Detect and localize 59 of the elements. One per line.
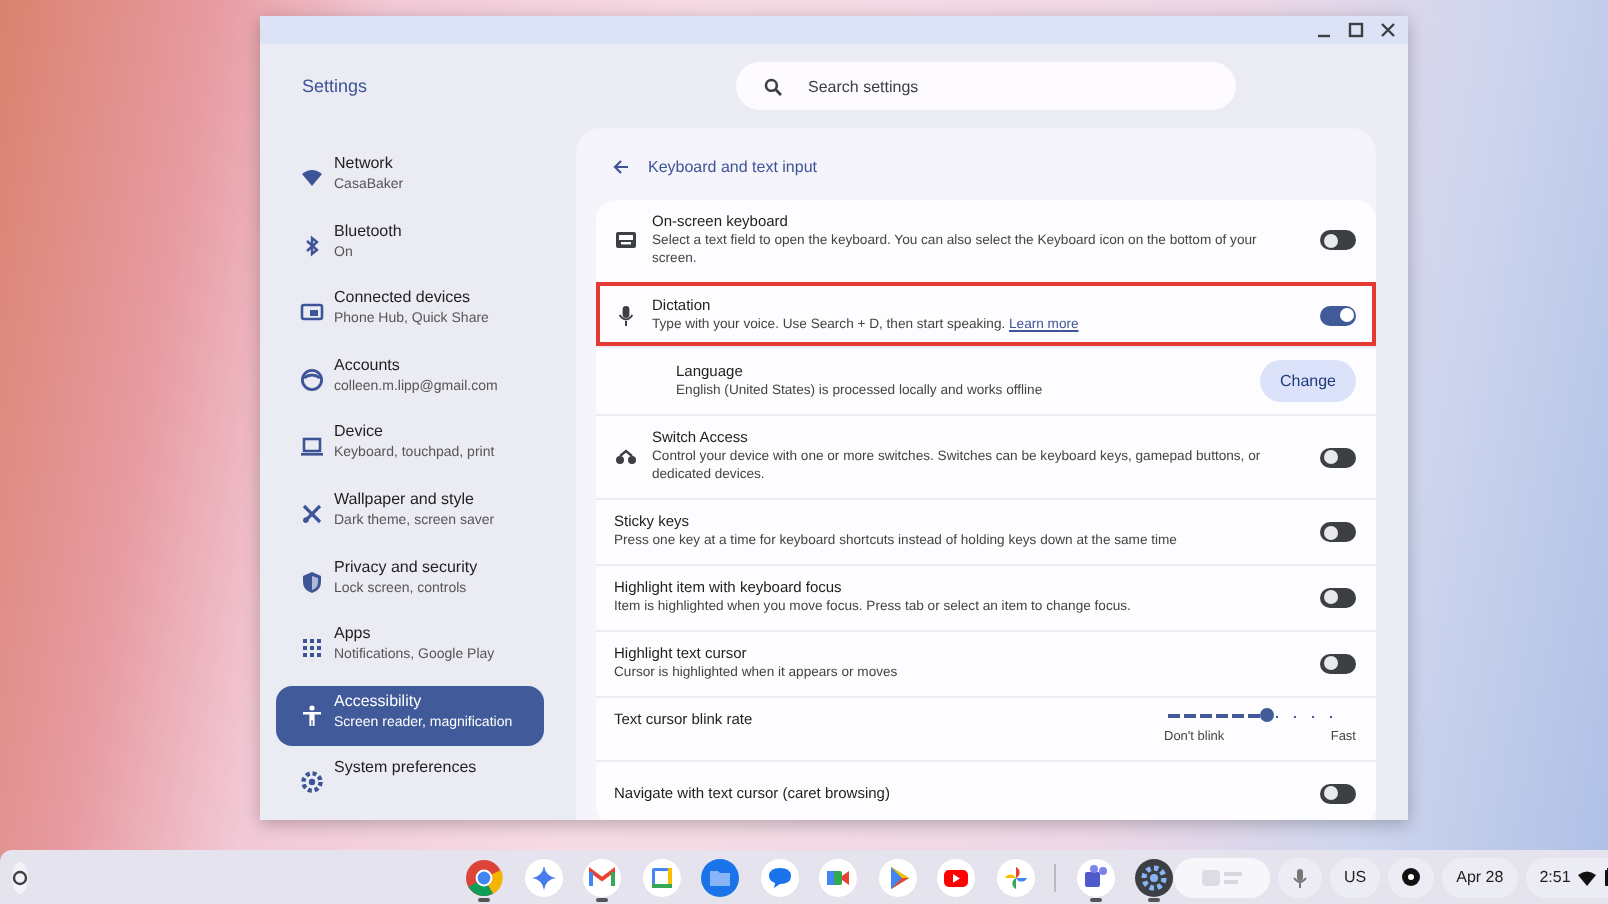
chat-bubble-icon[interactable] [759,853,799,901]
change-button[interactable]: Change [1259,360,1356,403]
toggle-switch[interactable] [1320,522,1356,543]
folder-icon[interactable] [700,853,740,901]
shield-icon [300,569,324,594]
accessibility-icon [300,703,324,728]
keyboard-icon [614,228,638,253]
nav-item-title: Device [334,422,385,441]
launcher-button[interactable] [12,861,28,893]
nav-item-title: Wallpaper and style [334,489,476,508]
maximize-icon[interactable] [1348,22,1364,38]
pinwheel-icon[interactable] [995,853,1035,901]
notification-button[interactable] [1388,857,1435,897]
nav-item-title: Network [334,154,395,172]
toggle-switch[interactable] [1320,587,1356,608]
toggle-switch[interactable] [1320,230,1356,251]
microphone-icon [1292,867,1308,887]
wifi-icon [1578,869,1597,885]
nav-item-title: Apps [334,624,373,643]
microphone-icon [614,303,638,328]
circle-icon [12,869,28,885]
video-camera-icon[interactable] [818,853,858,901]
nav-item-title: Connected devices [334,288,473,307]
status-area[interactable]: 2:51 [1525,857,1608,897]
app-title: Settings [302,76,370,96]
clock-time: 2:51 [1539,868,1571,886]
toggle-switch[interactable] [1320,447,1356,468]
account-icon [300,367,324,392]
notification-icon [1402,868,1421,886]
nav-item-title: System preferences [334,758,477,777]
sidebar-item[interactable]: System preferences [276,752,544,813]
dictation-button[interactable] [1278,857,1322,897]
sparkle-icon[interactable] [523,853,563,901]
grid-icon [300,636,324,661]
page-title: Keyboard and text input [648,157,818,175]
nav-item-title: Accounts [334,355,402,374]
play-button-icon[interactable] [936,853,976,901]
switch-icon [614,445,638,470]
devices-icon [300,300,324,325]
nav-item-title: Bluetooth [334,221,402,240]
search-field[interactable]: Search settings [736,62,1236,110]
blurred-preview-icon [1200,865,1244,889]
people-icon[interactable] [1075,853,1115,901]
toggle-switch[interactable] [1320,305,1356,326]
wifi-icon [300,166,324,190]
close-icon[interactable] [1380,22,1396,38]
nav-item-title: Privacy and security [334,557,478,576]
envelope-icon[interactable] [582,853,622,901]
nav-item-title: Accessibility [334,691,424,710]
date-button[interactable]: Apr 28 [1442,857,1518,897]
gear-icon [300,770,324,795]
laptop-icon [300,434,324,459]
toggle-switch[interactable] [1320,653,1356,674]
keyboard-layout-button[interactable]: US [1330,857,1381,897]
slider-thumb[interactable] [1260,708,1274,723]
gear-icon[interactable] [1134,853,1174,901]
back-arrow-icon[interactable] [612,157,630,175]
toggle-switch[interactable] [1320,783,1356,804]
calendar-icon[interactable] [641,853,681,901]
